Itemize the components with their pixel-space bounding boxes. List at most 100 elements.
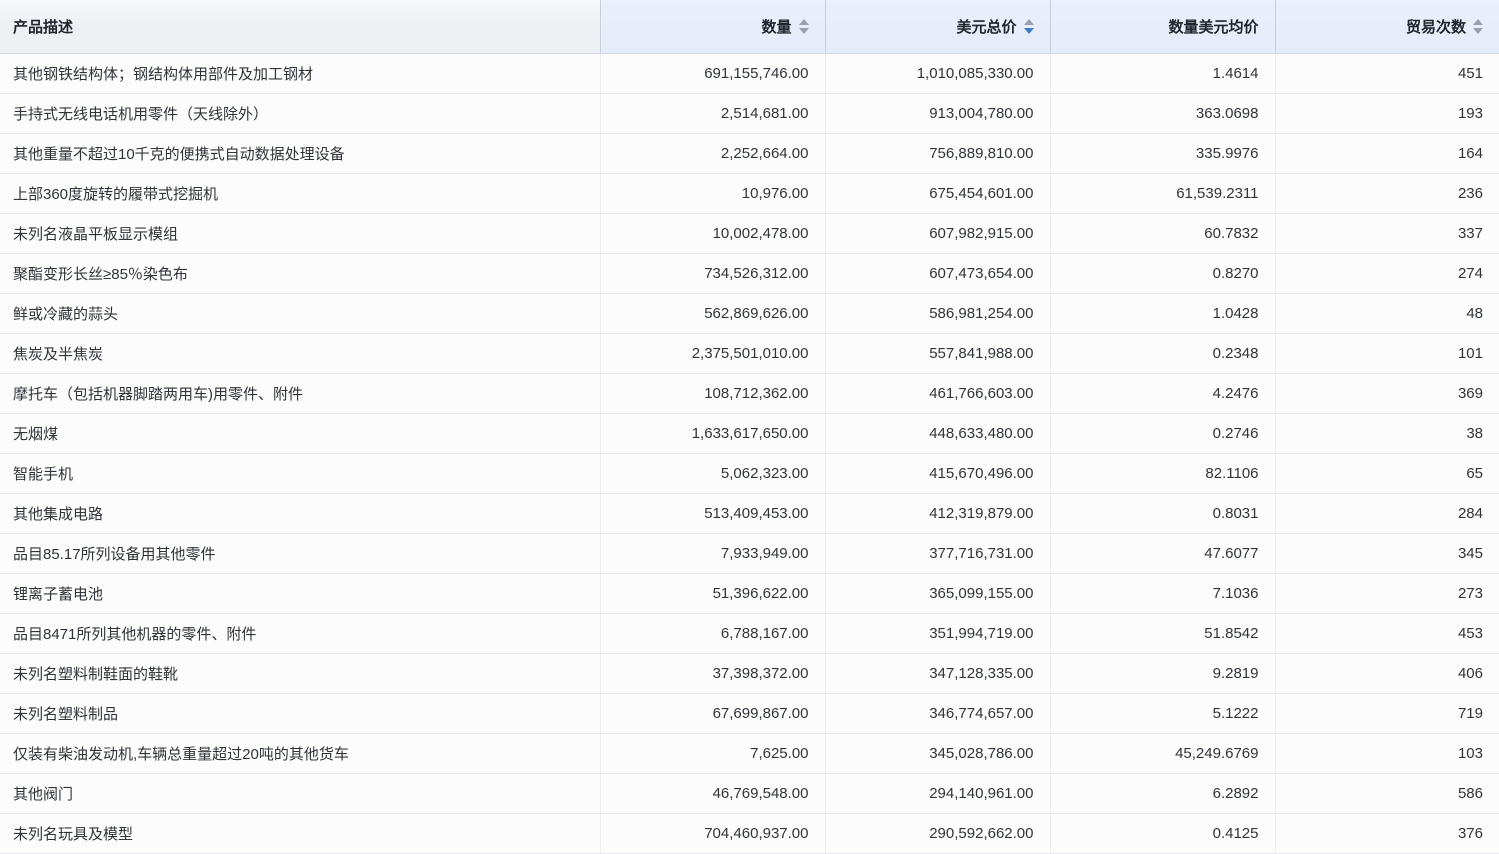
header-trade-count[interactable]: 贸易次数 xyxy=(1275,0,1499,53)
caret-down-icon xyxy=(799,28,809,34)
table-row: 聚酯变形长丝≥85％染色布 734,526,312.00 607,473,654… xyxy=(0,253,1499,293)
product-description-cell: 品目8471所列其他机器的零件、附件 xyxy=(0,613,600,653)
table-row: 上部360度旋转的履带式挖掘机 10,976.00 675,454,601.00… xyxy=(0,173,1499,213)
header-quantity-label: 数量 xyxy=(761,16,791,37)
avg-price-cell: 61,539.2311 xyxy=(1050,173,1275,213)
avg-price-cell: 0.4125 xyxy=(1050,813,1275,853)
total-usd-cell: 448,633,480.00 xyxy=(825,413,1050,453)
quantity-cell: 37,398,372.00 xyxy=(600,653,825,693)
total-usd-cell: 347,128,335.00 xyxy=(825,653,1050,693)
product-description-cell: 未列名液晶平板显示模组 xyxy=(0,213,600,253)
caret-up-icon xyxy=(799,19,809,25)
total-usd-cell: 586,981,254.00 xyxy=(825,293,1050,333)
header-total-usd-label: 美元总价 xyxy=(956,16,1016,37)
quantity-cell: 6,788,167.00 xyxy=(600,613,825,653)
trade-count-cell: 164 xyxy=(1275,133,1499,173)
product-description-cell: 其他集成电路 xyxy=(0,493,600,533)
table-row: 无烟煤 1,633,617,650.00 448,633,480.00 0.27… xyxy=(0,413,1499,453)
sort-icon-quantity xyxy=(799,19,809,34)
trade-count-cell: 274 xyxy=(1275,253,1499,293)
total-usd-cell: 351,994,719.00 xyxy=(825,613,1050,653)
product-description-cell: 其他钢铁结构体；钢结构体用部件及加工钢材 xyxy=(0,53,600,93)
quantity-cell: 67,699,867.00 xyxy=(600,693,825,733)
quantity-cell: 10,976.00 xyxy=(600,173,825,213)
product-description-cell: 焦炭及半焦炭 xyxy=(0,333,600,373)
avg-price-cell: 1.0428 xyxy=(1050,293,1275,333)
trade-count-cell: 103 xyxy=(1275,733,1499,773)
total-usd-cell: 365,099,155.00 xyxy=(825,573,1050,613)
table-row: 摩托车（包括机器脚踏两用车)用零件、附件 108,712,362.00 461,… xyxy=(0,373,1499,413)
avg-price-cell: 82.1106 xyxy=(1050,453,1275,493)
avg-price-cell: 0.2746 xyxy=(1050,413,1275,453)
product-description-cell: 锂离子蓄电池 xyxy=(0,573,600,613)
trade-products-table: 产品描述 数量 美元总价 xyxy=(0,0,1499,854)
avg-price-cell: 1.4614 xyxy=(1050,53,1275,93)
trade-count-cell: 719 xyxy=(1275,693,1499,733)
table-body: 其他钢铁结构体；钢结构体用部件及加工钢材 691,155,746.00 1,01… xyxy=(0,53,1499,853)
product-description-cell: 未列名玩具及模型 xyxy=(0,813,600,853)
trade-count-cell: 38 xyxy=(1275,413,1499,453)
trade-count-cell: 451 xyxy=(1275,53,1499,93)
table-row: 手持式无线电话机用零件（天线除外） 2,514,681.00 913,004,7… xyxy=(0,93,1499,133)
avg-price-cell: 5.1222 xyxy=(1050,693,1275,733)
header-total-usd[interactable]: 美元总价 xyxy=(825,0,1050,53)
header-product-description: 产品描述 xyxy=(0,0,600,53)
trade-count-cell: 101 xyxy=(1275,333,1499,373)
total-usd-cell: 412,319,879.00 xyxy=(825,493,1050,533)
table-row: 其他阀门 46,769,548.00 294,140,961.00 6.2892… xyxy=(0,773,1499,813)
avg-price-cell: 335.9976 xyxy=(1050,133,1275,173)
quantity-cell: 1,633,617,650.00 xyxy=(600,413,825,453)
table-row: 其他钢铁结构体；钢结构体用部件及加工钢材 691,155,746.00 1,01… xyxy=(0,53,1499,93)
total-usd-cell: 675,454,601.00 xyxy=(825,173,1050,213)
product-description-cell: 其他阀门 xyxy=(0,773,600,813)
table-header-row: 产品描述 数量 美元总价 xyxy=(0,0,1499,53)
total-usd-cell: 913,004,780.00 xyxy=(825,93,1050,133)
header-product-description-label: 产品描述 xyxy=(13,19,73,36)
product-description-cell: 未列名塑料制品 xyxy=(0,693,600,733)
product-description-cell: 鲜或冷藏的蒜头 xyxy=(0,293,600,333)
table-row: 鲜或冷藏的蒜头 562,869,626.00 586,981,254.00 1.… xyxy=(0,293,1499,333)
table-row: 品目85.17所列设备用其他零件 7,933,949.00 377,716,73… xyxy=(0,533,1499,573)
quantity-cell: 562,869,626.00 xyxy=(600,293,825,333)
table-row: 未列名玩具及模型 704,460,937.00 290,592,662.00 0… xyxy=(0,813,1499,853)
total-usd-cell: 557,841,988.00 xyxy=(825,333,1050,373)
trade-count-cell: 586 xyxy=(1275,773,1499,813)
quantity-cell: 734,526,312.00 xyxy=(600,253,825,293)
total-usd-cell: 345,028,786.00 xyxy=(825,733,1050,773)
table-row: 焦炭及半焦炭 2,375,501,010.00 557,841,988.00 0… xyxy=(0,333,1499,373)
trade-count-cell: 236 xyxy=(1275,173,1499,213)
avg-price-cell: 0.8031 xyxy=(1050,493,1275,533)
product-description-cell: 智能手机 xyxy=(0,453,600,493)
trade-count-cell: 273 xyxy=(1275,573,1499,613)
avg-price-cell: 4.2476 xyxy=(1050,373,1275,413)
header-avg-unit-price-label: 数量美元均价 xyxy=(1168,16,1258,37)
total-usd-cell: 1,010,085,330.00 xyxy=(825,53,1050,93)
avg-price-cell: 60.7832 xyxy=(1050,213,1275,253)
product-description-cell: 上部360度旋转的履带式挖掘机 xyxy=(0,173,600,213)
caret-down-icon xyxy=(1473,28,1483,34)
trade-count-cell: 193 xyxy=(1275,93,1499,133)
header-trade-count-label: 贸易次数 xyxy=(1406,16,1466,37)
quantity-cell: 704,460,937.00 xyxy=(600,813,825,853)
caret-up-icon xyxy=(1024,19,1034,25)
trade-count-cell: 48 xyxy=(1275,293,1499,333)
header-quantity[interactable]: 数量 xyxy=(600,0,825,53)
quantity-cell: 51,396,622.00 xyxy=(600,573,825,613)
trade-count-cell: 345 xyxy=(1275,533,1499,573)
total-usd-cell: 415,670,496.00 xyxy=(825,453,1050,493)
avg-price-cell: 45,249.6769 xyxy=(1050,733,1275,773)
product-description-cell: 其他重量不超过10千克的便携式自动数据处理设备 xyxy=(0,133,600,173)
total-usd-cell: 294,140,961.00 xyxy=(825,773,1050,813)
quantity-cell: 691,155,746.00 xyxy=(600,53,825,93)
table-row: 未列名塑料制品 67,699,867.00 346,774,657.00 5.1… xyxy=(0,693,1499,733)
trade-count-cell: 406 xyxy=(1275,653,1499,693)
trade-count-cell: 369 xyxy=(1275,373,1499,413)
avg-price-cell: 47.6077 xyxy=(1050,533,1275,573)
quantity-cell: 2,514,681.00 xyxy=(600,93,825,133)
quantity-cell: 7,625.00 xyxy=(600,733,825,773)
product-description-cell: 仅装有柴油发动机,车辆总重量超过20吨的其他货车 xyxy=(0,733,600,773)
sort-icon-trade-count xyxy=(1473,19,1483,34)
trade-count-cell: 65 xyxy=(1275,453,1499,493)
trade-count-cell: 337 xyxy=(1275,213,1499,253)
product-description-cell: 无烟煤 xyxy=(0,413,600,453)
